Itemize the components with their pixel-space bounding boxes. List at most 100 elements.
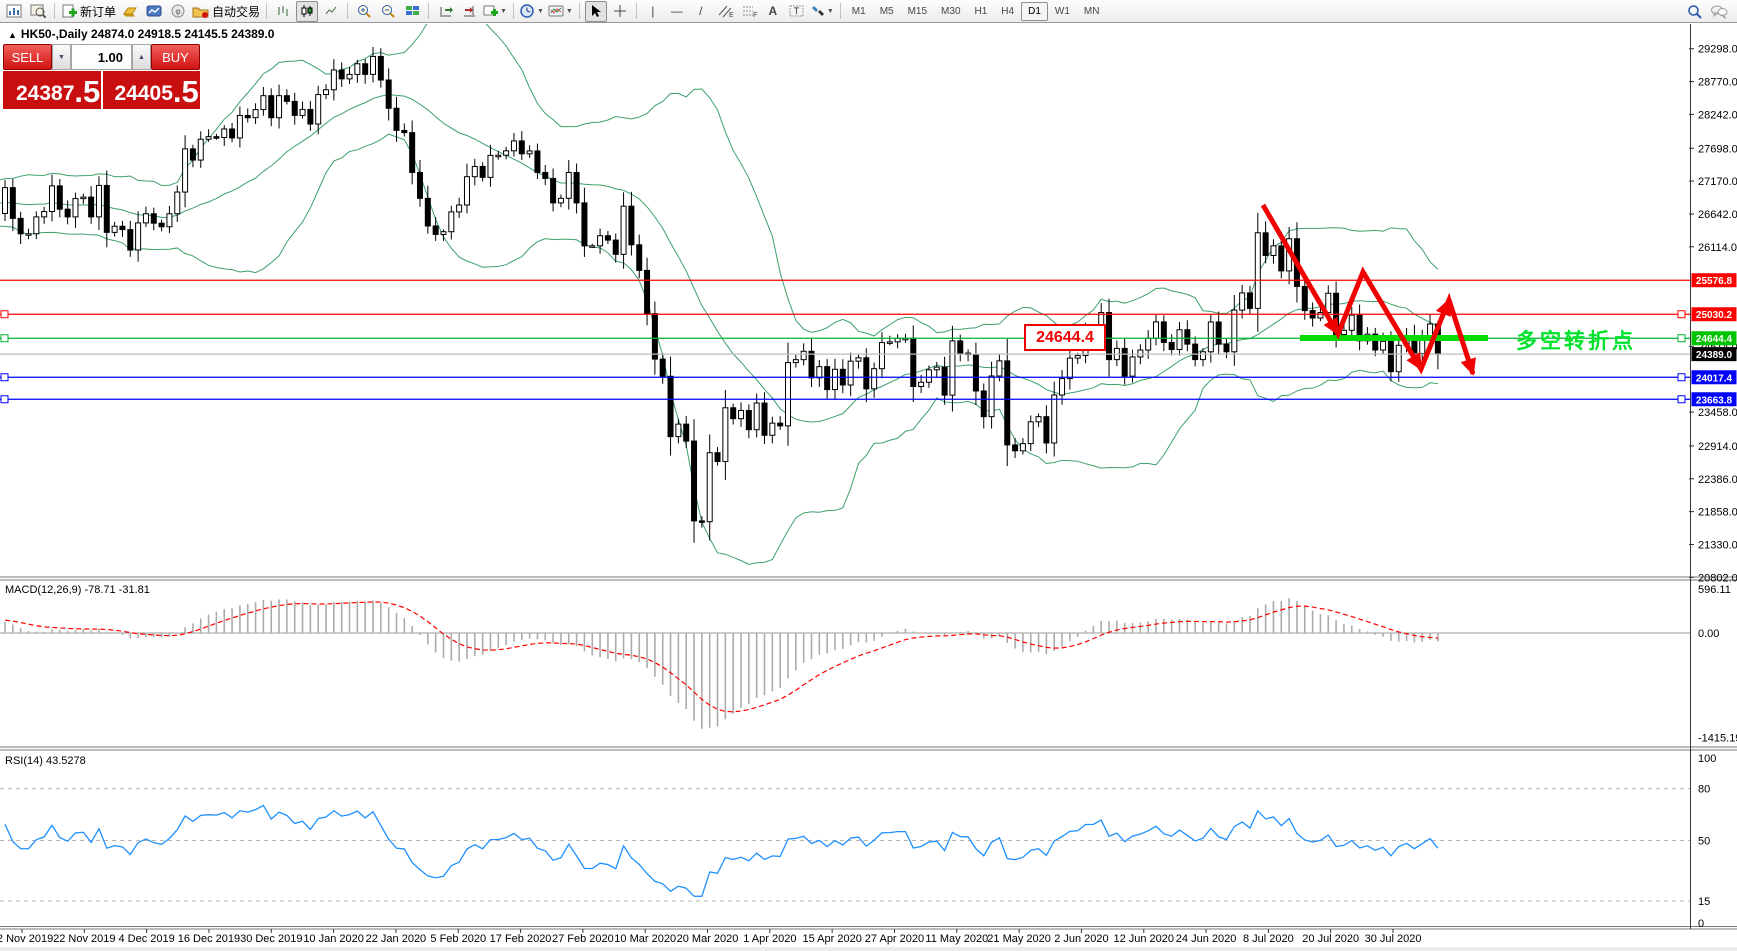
candle-body [1060, 379, 1065, 395]
timeframe-m1[interactable]: M1 [845, 2, 873, 21]
candle-body [793, 360, 798, 363]
candle-body [621, 206, 626, 254]
line-chart-icon[interactable] [320, 1, 342, 22]
signal-icon[interactable]: φ [167, 1, 189, 22]
chart-shift-icon[interactable] [458, 1, 480, 22]
zoom-in-icon[interactable] [353, 1, 375, 22]
channel-tool-icon[interactable]: E [714, 1, 736, 22]
hline-handle[interactable] [1, 396, 8, 403]
arrows-tool-icon[interactable]: ▼ [810, 1, 835, 22]
timeframe-w1[interactable]: W1 [1048, 2, 1077, 21]
candle-body [324, 90, 329, 95]
candle-body [449, 212, 454, 232]
vertical-line-tool-icon[interactable]: | [642, 1, 664, 22]
price-tick: 28242.0 [1698, 109, 1737, 121]
hline-handle[interactable] [1, 311, 8, 318]
candle-body [825, 367, 830, 390]
sell-button[interactable]: SELL [3, 44, 52, 70]
autotrading-button[interactable]: 自动交易 [191, 1, 261, 22]
candle-body [660, 359, 665, 376]
period-clock-icon[interactable]: ▼ [519, 1, 545, 22]
hline-handle[interactable] [1678, 374, 1685, 381]
metaeditor-icon[interactable] [119, 1, 141, 22]
candle-body [81, 197, 86, 199]
candle-body [950, 341, 955, 395]
timeframe-group: M1M5M15M30H1H4D1W1MN [845, 1, 1107, 21]
candle-body [261, 96, 266, 110]
candle-body [676, 424, 681, 437]
zoom-out-icon[interactable] [377, 1, 399, 22]
hline-handle[interactable] [1678, 396, 1685, 403]
candle-body [887, 342, 892, 344]
hline-handle[interactable] [1, 335, 8, 342]
candle-body [425, 198, 430, 226]
template-icon[interactable]: ▼ [547, 1, 574, 22]
candle-body [1279, 246, 1284, 271]
buy-price[interactable]: 24405 .5 [102, 71, 201, 109]
date-label: 20 Mar 2020 [677, 933, 739, 945]
timeframe-d1[interactable]: D1 [1021, 2, 1048, 21]
horizontal-line-tool-icon[interactable]: — [666, 1, 688, 22]
search-icon[interactable] [1684, 1, 1706, 22]
cursor-tool-icon[interactable] [585, 1, 607, 22]
bollinger-middle [0, 95, 1438, 422]
date-label: 1 Apr 2020 [743, 933, 796, 945]
volume-input[interactable]: 1.00 [71, 44, 132, 70]
candle-body [269, 96, 274, 118]
candle-body [371, 56, 376, 74]
candle-body [973, 354, 978, 391]
timeframe-h4[interactable]: H4 [994, 2, 1021, 21]
price-callout-label[interactable]: 24644.4 [1024, 324, 1106, 351]
candle-body [284, 96, 289, 102]
hline-handle[interactable] [1678, 311, 1685, 318]
candle-body [1146, 338, 1151, 350]
buy-button[interactable]: BUY [151, 44, 200, 70]
candle-body [864, 358, 869, 389]
svg-text:φ: φ [175, 7, 180, 16]
timeframe-h1[interactable]: H1 [968, 2, 995, 21]
candle-body [958, 341, 963, 353]
candle-body [519, 141, 524, 154]
candle-body [65, 209, 70, 217]
fibonacci-tool-icon[interactable]: F [738, 1, 760, 22]
candle-body [206, 137, 211, 140]
candle-body [1341, 330, 1346, 334]
profiles-icon[interactable] [27, 1, 49, 22]
candle-body [746, 410, 751, 429]
candle-body [26, 234, 31, 236]
collapse-marker-icon[interactable]: ▲ [8, 30, 17, 40]
volume-increase-button[interactable]: ▲ [132, 44, 151, 70]
new-order-button[interactable]: 新订单 [60, 1, 117, 22]
candle-body [1020, 444, 1025, 451]
timeframe-m15[interactable]: M15 [901, 2, 934, 21]
hline-handle[interactable] [1678, 335, 1685, 342]
chat-icon[interactable] [1708, 1, 1730, 22]
candle-body [919, 382, 924, 386]
candle-body [911, 338, 916, 386]
new-chart-window-icon[interactable] [3, 1, 25, 22]
price-badge-text: 24644.4 [1696, 334, 1733, 345]
turning-point-annotation[interactable]: 多空转折点 [1516, 325, 1636, 355]
bar-chart-icon[interactable] [272, 1, 294, 22]
text-tool-icon[interactable]: A [762, 1, 784, 22]
volume-decrease-button[interactable]: ▼ [52, 44, 71, 70]
hline-handle[interactable] [1, 374, 8, 381]
toolbar-separator [579, 3, 580, 19]
timeframe-m30[interactable]: M30 [934, 2, 967, 21]
crosshair-tool-icon[interactable] [609, 1, 631, 22]
auto-scroll-icon[interactable] [434, 1, 456, 22]
timeframe-m5[interactable]: M5 [873, 2, 901, 21]
market-watch-icon[interactable] [143, 1, 165, 22]
candle-body [1052, 395, 1057, 443]
candle-body [1169, 342, 1174, 349]
candle-body [707, 453, 712, 522]
text-label-tool-icon[interactable]: T [786, 1, 808, 22]
candle-body [684, 424, 689, 441]
add-indicator-icon[interactable]: ▼ [482, 1, 508, 22]
chart-canvas[interactable]: 29298.028770.028242.027698.027170.026642… [0, 0, 1737, 951]
tile-windows-icon[interactable] [401, 1, 423, 22]
timeframe-mn[interactable]: MN [1077, 2, 1107, 21]
trendline-tool-icon[interactable]: / [690, 1, 712, 22]
candlestick-chart-icon[interactable] [296, 1, 318, 22]
sell-price[interactable]: 24387 .5 [3, 71, 102, 109]
